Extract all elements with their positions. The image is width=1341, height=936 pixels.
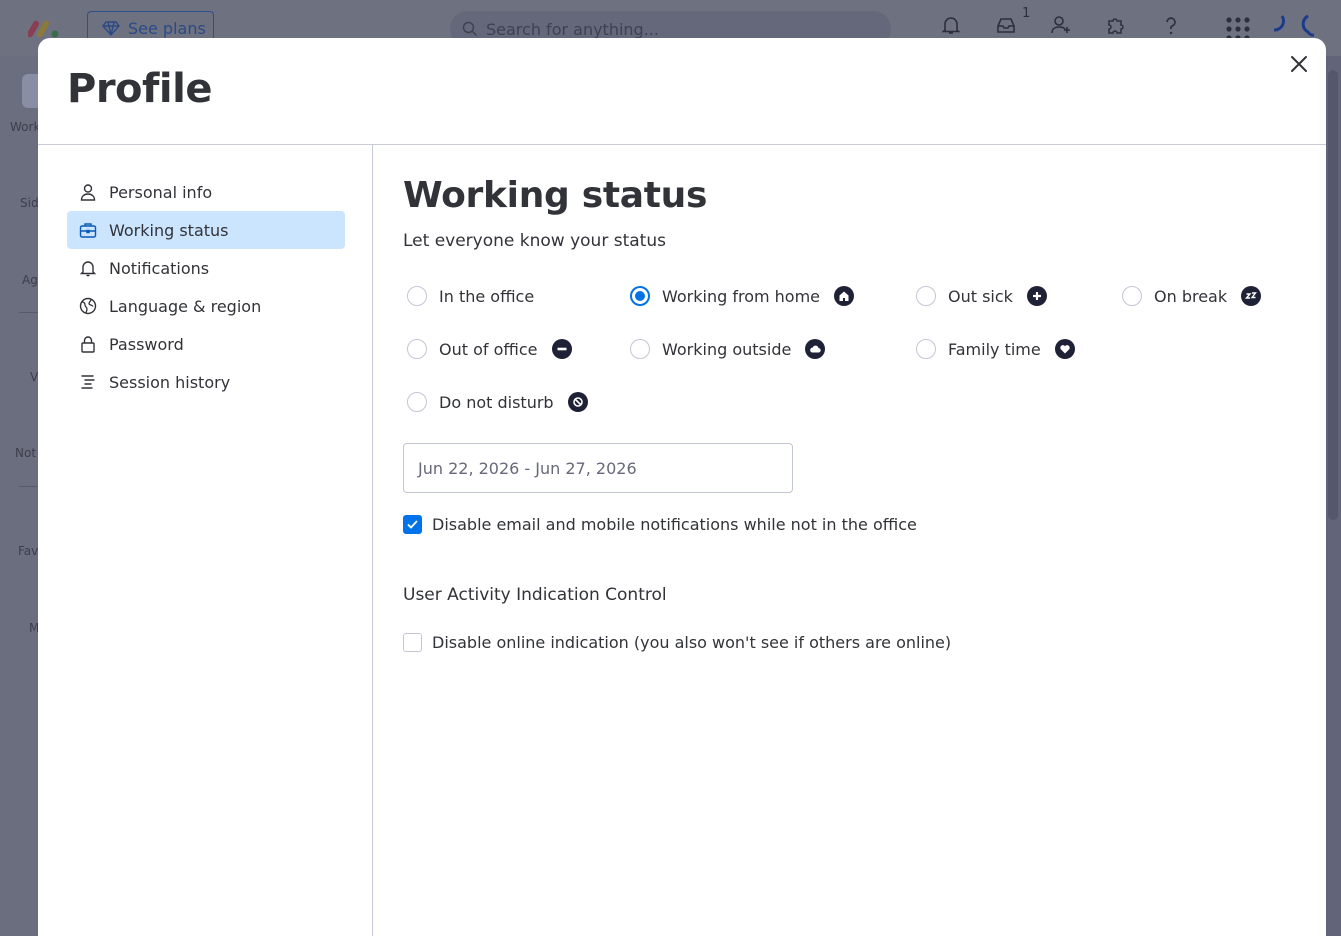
inbox-icon[interactable] [995, 14, 1017, 36]
nav-item-label: Session history [109, 372, 231, 392]
status-label: In the office [439, 286, 535, 306]
nav-item-label: Password [109, 334, 184, 354]
sidebar-label: Fav [18, 544, 39, 558]
bell-icon[interactable] [940, 14, 962, 36]
radio-button[interactable] [630, 339, 650, 359]
nav-item-personal-info[interactable]: Personal info [67, 173, 345, 211]
status-option-working-from-home[interactable]: Working from home [630, 286, 855, 306]
apps-puzzle-icon[interactable] [1105, 14, 1127, 36]
radio-button[interactable] [407, 339, 427, 359]
app-sidebar: Work Sid Ag V Not Fav M [0, 56, 52, 936]
radio-button-selected[interactable] [630, 286, 650, 306]
person-icon [80, 184, 96, 201]
section-subtitle: Let everyone know your status [403, 231, 666, 251]
status-option-out-sick[interactable]: Out sick [916, 286, 1047, 306]
modal-header: Profile [38, 38, 1326, 145]
disable-notifications-checkbox[interactable] [403, 515, 422, 534]
nav-item-label: Notifications [109, 258, 210, 278]
date-range-picker[interactable]: Jun 22, 2026 - Jun 27, 2026 [403, 443, 793, 493]
status-option-family-time[interactable]: Family time [916, 339, 1075, 359]
status-option-on-break[interactable]: On break [1122, 286, 1262, 306]
close-icon[interactable] [1287, 52, 1311, 76]
no-icon [567, 392, 588, 412]
heart-icon [1054, 339, 1075, 359]
status-label: Do not disturb [439, 392, 554, 412]
inbox-count-badge: 1 [1022, 6, 1031, 21]
nav-item-label: Language & region [109, 296, 262, 316]
nav-item-notifications[interactable]: Notifications [67, 249, 345, 287]
search-placeholder: Search for anything... [486, 19, 659, 39]
status-label: On break [1154, 286, 1228, 306]
home-icon [834, 286, 855, 306]
nav-item-label: Working status [109, 220, 229, 240]
nav-item-language-region[interactable]: Language & region [67, 287, 345, 325]
status-label: Working from home [662, 286, 821, 306]
minus-icon [551, 339, 572, 359]
radio-button[interactable] [1122, 286, 1142, 306]
date-range-value: Jun 22, 2026 - Jun 27, 2026 [418, 458, 637, 478]
checkmark-icon [407, 520, 418, 529]
radio-button[interactable] [407, 286, 427, 306]
status-label: Out of office [439, 339, 538, 359]
lines-icon [81, 375, 95, 389]
status-option-out-of-office[interactable]: Out of office [407, 339, 572, 359]
nav-item-session-history[interactable]: Session history [67, 363, 345, 401]
radio-button[interactable] [916, 286, 936, 306]
radio-button[interactable] [916, 339, 936, 359]
profile-modal: Profile Personal info Working status Not… [38, 38, 1326, 936]
plus-icon [1026, 286, 1047, 306]
user-avatar-icon[interactable] [1268, 14, 1328, 38]
sidebar-label: Ag [22, 273, 38, 287]
status-label: Family time [948, 339, 1041, 359]
radio-button[interactable] [407, 392, 427, 412]
status-option-in-the-office[interactable]: In the office [407, 286, 534, 306]
activity-section-title: User Activity Indication Control [403, 585, 667, 605]
status-option-working-outside[interactable]: Working outside [630, 339, 826, 359]
lock-icon [81, 336, 95, 353]
search-icon [462, 21, 478, 37]
sidebar-label: V [30, 370, 39, 384]
section-title: Working status [403, 175, 708, 216]
page-scrollbar[interactable] [1328, 70, 1338, 520]
invite-member-icon[interactable] [1050, 14, 1072, 36]
sidebar-label: Sid [20, 196, 39, 210]
status-label: Out sick [948, 286, 1013, 306]
sidebar-divider [19, 486, 38, 487]
disable-online-option[interactable]: Disable online indication (you also won'… [403, 633, 951, 652]
cloud-icon [805, 339, 826, 359]
bell-icon [79, 261, 97, 277]
globe-icon [79, 297, 97, 315]
diamond-icon [102, 21, 120, 37]
status-label: Working outside [662, 339, 792, 359]
monday-logo-icon [28, 20, 59, 38]
working-status-panel: Working status Let everyone know your st… [403, 145, 1303, 936]
briefcase-icon [79, 223, 97, 238]
status-option-do-not-disturb[interactable]: Do not disturb [407, 392, 588, 412]
disable-online-checkbox[interactable] [403, 633, 422, 652]
nav-item-password[interactable]: Password [67, 325, 345, 363]
nav-item-label: Personal info [109, 182, 213, 202]
disable-notifications-option[interactable]: Disable email and mobile notifications w… [403, 515, 917, 534]
profile-nav: Personal info Working status Notificatio… [38, 145, 373, 936]
help-icon[interactable] [1160, 14, 1182, 36]
disable-online-label: Disable online indication (you also won'… [432, 633, 952, 652]
sidebar-label: Work [10, 120, 41, 134]
sidebar-divider [19, 312, 38, 313]
see-plans-label: See plans [128, 18, 206, 38]
sleep-icon [1241, 286, 1262, 306]
nav-item-working-status[interactable]: Working status [67, 211, 345, 249]
disable-notifications-label: Disable email and mobile notifications w… [432, 515, 917, 534]
modal-title: Profile [67, 66, 212, 112]
sidebar-label: Not [15, 446, 37, 460]
